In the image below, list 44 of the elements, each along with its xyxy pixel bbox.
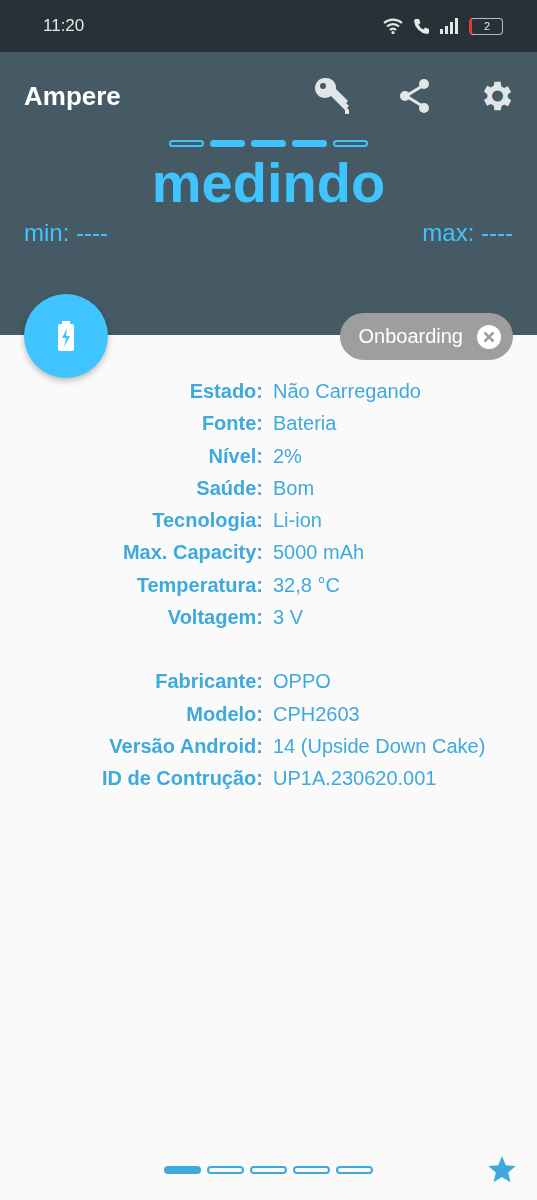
info-value: CPH2603 (273, 701, 361, 727)
info-value: Bateria (273, 411, 338, 437)
info-label: Versão Android: (108, 733, 263, 759)
page-indicator[interactable] (250, 1166, 287, 1174)
info-value: UP1A.230620.001 (273, 766, 438, 792)
status-time: 11:20 (43, 16, 85, 36)
battery-icon (57, 321, 75, 351)
info-label: Estado: (188, 379, 263, 404)
info-value: OPPO (273, 669, 332, 695)
close-icon[interactable] (477, 324, 501, 349)
info-label: ID de Contrução: (100, 766, 263, 792)
info-value: 5000 mAh (273, 540, 366, 566)
phone-icon (413, 17, 431, 35)
info-label: Max. Capacity: (121, 540, 263, 566)
page-indicator[interactable] (293, 1166, 330, 1174)
star-button[interactable] (487, 1154, 517, 1184)
app-title: Ampere (24, 80, 121, 112)
info-label: Fonte: (200, 411, 263, 437)
info-label: Fabricante: (154, 669, 263, 695)
info-label: Voltagem: (166, 605, 263, 631)
info-value: 14 (Upside Down Cake) (273, 733, 487, 759)
info-label: Modelo: (185, 701, 263, 727)
min-reading: min: ---- (24, 219, 108, 247)
status-reading: medindo (150, 151, 387, 215)
info-label: Nível: (207, 443, 263, 469)
star-icon (487, 1154, 517, 1184)
info-value: 2% (273, 443, 303, 469)
info-value: 32,8 °C (273, 572, 341, 598)
signal-icon (439, 18, 461, 34)
max-reading: max: ---- (422, 219, 513, 247)
info-value: Não Carregando (273, 379, 422, 404)
info-value: 3 V (273, 605, 305, 631)
onboarding-chip[interactable]: Onboarding (340, 313, 513, 360)
battery-indicator: 2 (469, 17, 503, 35)
info-value: Bom (273, 475, 316, 501)
page-indicator[interactable] (336, 1166, 373, 1174)
info-label: Saúde: (195, 475, 263, 501)
wifi-icon (383, 18, 405, 34)
info-label: Temperatura: (135, 572, 263, 598)
info-label: Tecnologia: (151, 508, 263, 534)
page-indicator[interactable] (207, 1166, 244, 1174)
info-value: Li-ion (273, 508, 323, 534)
battery-button[interactable] (24, 294, 108, 378)
page-indicator[interactable] (164, 1166, 201, 1174)
